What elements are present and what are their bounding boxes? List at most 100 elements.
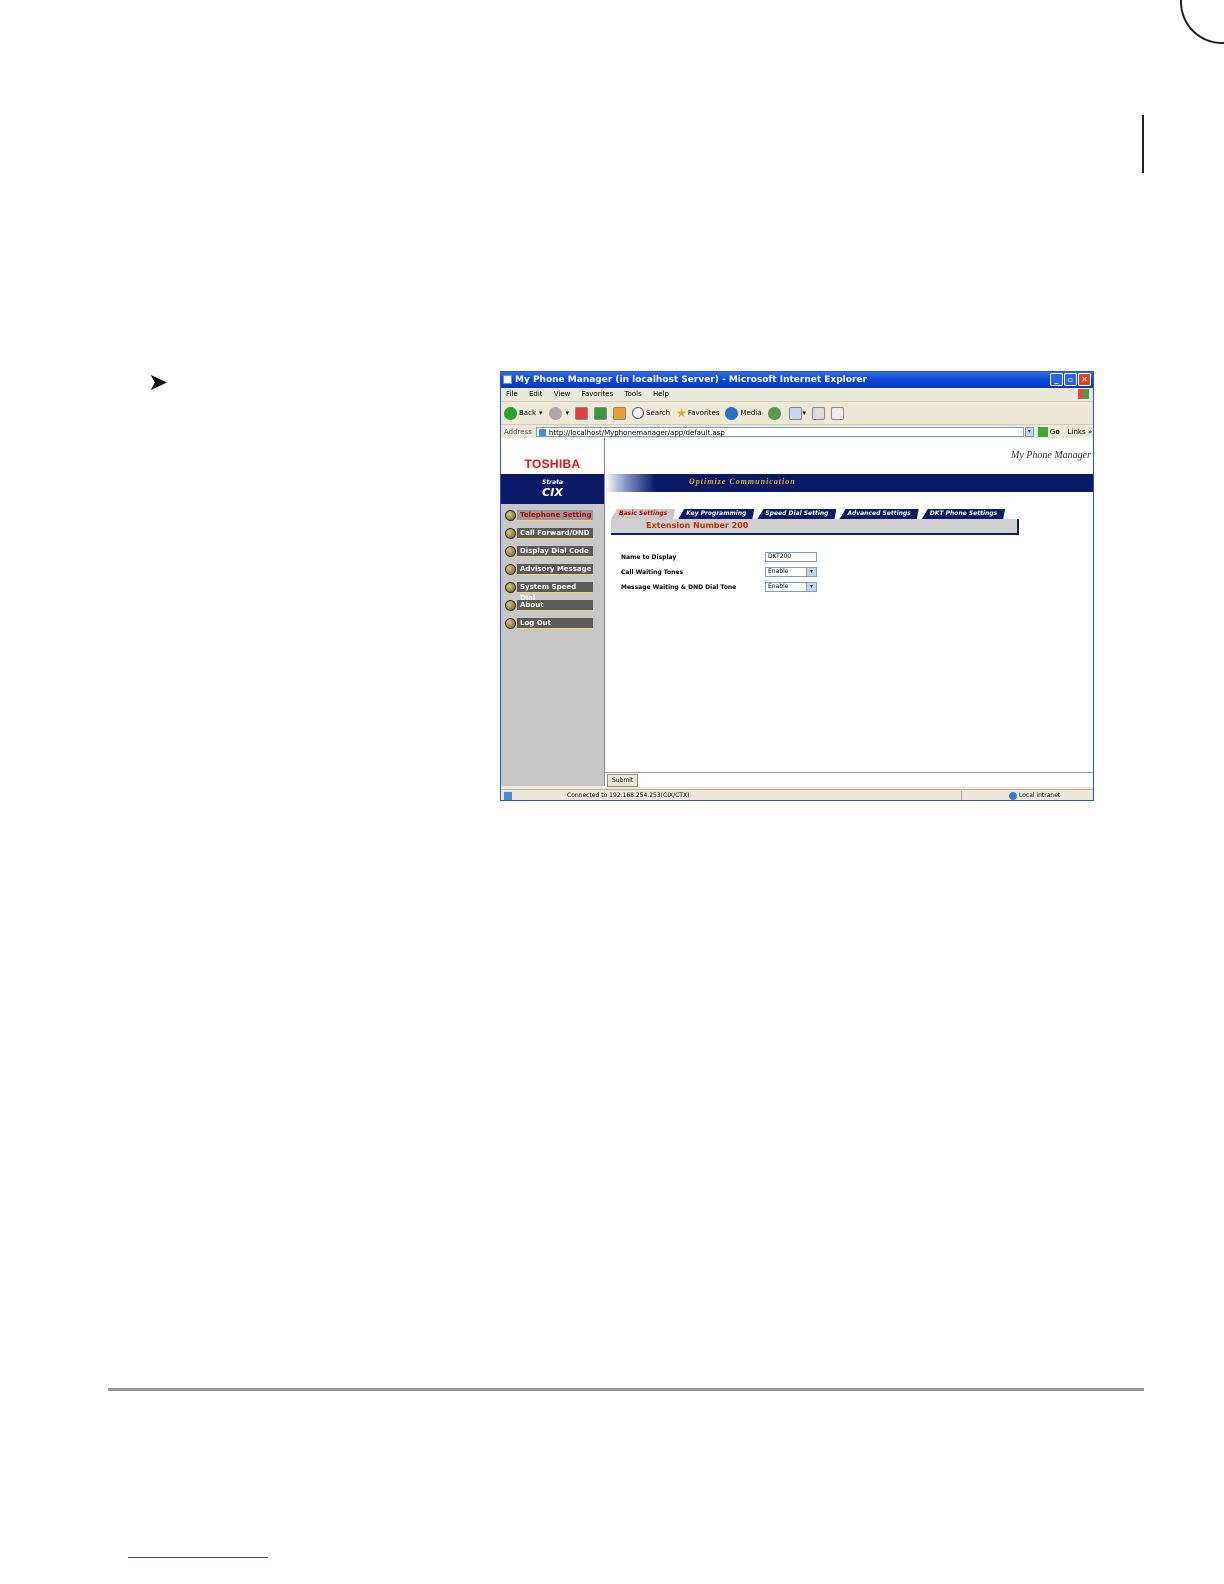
bullet-icon — [505, 618, 516, 629]
go-label: Go — [1049, 428, 1060, 436]
security-zone: Local intranet — [1009, 790, 1061, 800]
page-content: TOSHIBA Strata CIX Telephone Setting Cal… — [501, 438, 1093, 787]
toolbar: Back ▾ ▾ Search ★ Favorites Media ▾ — [501, 402, 1093, 425]
slogan-text: Optimize Communication — [689, 477, 796, 486]
brand-row: My Phone Manager — [605, 438, 1093, 474]
edit-page-icon — [831, 406, 845, 420]
favorites-button[interactable]: ★ Favorites — [676, 406, 719, 420]
strata-cix-logo: Strata CIX — [501, 474, 604, 504]
call-waiting-select[interactable]: Enable ▾ — [765, 567, 817, 577]
tab-basic-settings[interactable]: Basic Settings — [611, 509, 675, 519]
tab-key-programming[interactable]: Key Programming — [678, 509, 754, 519]
page-icon — [538, 429, 546, 436]
address-label: Address — [504, 428, 532, 436]
sidebar-item-system-speed-dial[interactable]: System Speed Dial — [505, 581, 604, 602]
search-button[interactable]: Search — [632, 407, 670, 419]
menu-edit[interactable]: Edit — [529, 390, 543, 398]
search-label: Search — [646, 409, 671, 417]
sidebar-item-telephone-setting[interactable]: Telephone Setting — [505, 509, 604, 523]
tab-advanced-settings[interactable]: Advanced Settings — [839, 509, 918, 519]
media-icon — [725, 406, 739, 420]
footer-link-underline — [128, 1557, 268, 1558]
forward-arrow-icon — [548, 406, 562, 420]
sidebar-item-label: Display Dial Code — [517, 546, 593, 557]
tab-dkt-phone-settings[interactable]: DKT Phone Settings — [922, 509, 1005, 519]
form-row-name: Name to Display DKT200 — [621, 552, 821, 567]
slogan-banner: Optimize Communication — [605, 474, 1093, 492]
address-url: http://localhost/Myphonemanager/app/defa… — [548, 429, 725, 437]
name-to-display-input[interactable]: DKT200 — [765, 552, 817, 562]
back-dropdown-icon[interactable]: ▾ — [539, 409, 543, 417]
home-icon — [613, 406, 627, 420]
menu-help[interactable]: Help — [653, 390, 669, 398]
stop-icon — [575, 406, 589, 420]
sidebar-item-label: Call Forward/DND — [517, 528, 593, 539]
back-arrow-icon — [504, 406, 517, 420]
mail-button[interactable]: ▾ — [788, 406, 807, 420]
mail-dropdown-icon[interactable]: ▾ — [803, 409, 807, 417]
footer-rule — [108, 1388, 1144, 1391]
print-button[interactable] — [812, 406, 826, 420]
menu-tools[interactable]: Tools — [624, 390, 641, 398]
chevron-down-icon: ▾ — [806, 583, 816, 591]
close-button[interactable]: ✕ — [1078, 373, 1091, 386]
chevron-down-icon: ▾ — [806, 568, 816, 576]
sidebar-item-label: Advisory Message — [517, 564, 593, 575]
page-status-icon — [504, 792, 512, 800]
favorites-label: Favorites — [687, 409, 720, 417]
sidebar-item-advisory-message[interactable]: Advisory Message — [505, 563, 604, 577]
menu-file[interactable]: File — [506, 390, 518, 398]
refresh-icon — [594, 406, 608, 420]
menu-bar: File Edit View Favorites Tools Help — [501, 388, 1093, 402]
extension-bar: Extension Number 200 — [611, 519, 1019, 535]
forward-dropdown-icon[interactable]: ▾ — [566, 409, 570, 417]
basic-settings-form: Name to Display DKT200 Call Waiting Tone… — [621, 552, 821, 597]
media-button[interactable]: Media — [725, 406, 762, 420]
maximize-button[interactable]: ▫ — [1064, 373, 1077, 386]
message-waiting-value: Enable — [768, 583, 789, 590]
app-brand-title: My Phone Manager — [1011, 450, 1091, 461]
menu-view[interactable]: View — [554, 390, 571, 398]
banner-gradient — [605, 474, 655, 492]
intranet-icon — [1009, 792, 1017, 800]
links-button[interactable]: Links » — [1068, 428, 1093, 436]
submit-button[interactable]: Submit — [607, 774, 639, 787]
sidebar-item-display-dial-code[interactable]: Display Dial Code — [505, 545, 604, 559]
sidebar-item-label: Telephone Setting — [517, 510, 593, 521]
history-button[interactable] — [767, 406, 783, 420]
media-label: Media — [740, 409, 762, 417]
stop-button[interactable] — [575, 406, 589, 420]
minimize-button[interactable]: _ — [1050, 373, 1063, 386]
status-text: Connected to 192.168.254.253(CIX/CTX) — [567, 792, 690, 799]
ie-page-icon — [503, 375, 512, 384]
links-label: Links — [1067, 428, 1086, 436]
sidebar-item-log-out[interactable]: Log Out — [505, 617, 604, 631]
sidebar: TOSHIBA Strata CIX Telephone Setting Cal… — [501, 438, 605, 786]
sidebar-item-about[interactable]: About — [505, 599, 604, 613]
bullet-icon — [505, 600, 516, 611]
tab-speed-dial-setting[interactable]: Speed Dial Setting — [757, 509, 836, 519]
sidebar-item-call-forward[interactable]: Call Forward/DND — [505, 527, 604, 541]
message-waiting-select[interactable]: Enable ▾ — [765, 582, 817, 592]
home-button[interactable] — [613, 406, 627, 420]
refresh-button[interactable] — [594, 406, 608, 420]
status-bar: Connected to 192.168.254.253(CIX/CTX) Lo… — [501, 789, 1093, 800]
go-button[interactable]: Go — [1037, 427, 1060, 437]
edit-button[interactable] — [831, 406, 845, 420]
back-button[interactable]: Back ▾ — [504, 406, 543, 420]
go-arrow-icon — [1037, 427, 1048, 437]
back-label: Back — [519, 409, 536, 417]
address-dropdown-icon[interactable]: ▾ — [1024, 427, 1034, 437]
address-input[interactable]: http://localhost/Myphonemanager/app/defa… — [535, 427, 1024, 437]
status-separator — [961, 791, 962, 800]
page-corner-mark — [1180, 0, 1224, 44]
submit-row: Submit — [605, 772, 1093, 787]
forward-button[interactable]: ▾ — [548, 406, 570, 420]
name-to-display-label: Name to Display — [621, 554, 677, 561]
menu-favorites[interactable]: Favorites — [582, 390, 614, 398]
strata-label: Strata — [541, 479, 564, 486]
call-waiting-value: Enable — [768, 568, 789, 575]
zone-label: Local intranet — [1019, 792, 1061, 799]
call-waiting-label: Call Waiting Tones — [621, 569, 684, 576]
step-arrow-icon: ➤ — [148, 369, 169, 396]
